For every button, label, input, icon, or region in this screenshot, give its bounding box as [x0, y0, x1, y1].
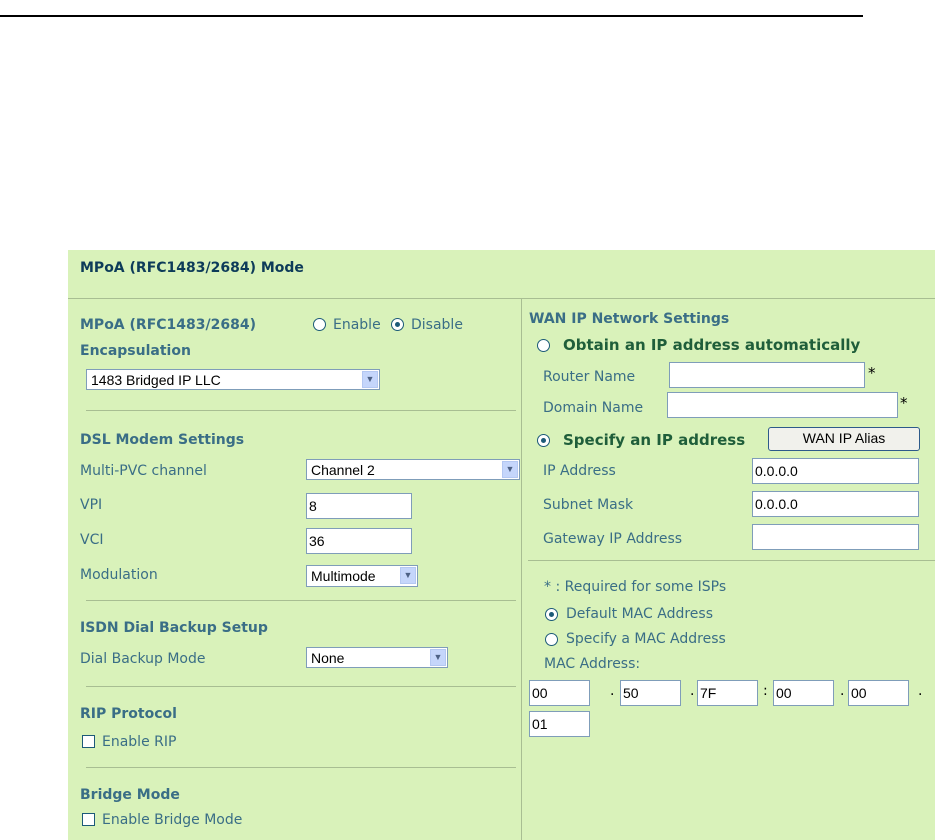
obtain-ip-label: Obtain an IP address automatically — [563, 336, 861, 354]
chevron-down-icon: ▼ — [430, 649, 446, 666]
mac-octet-1-input[interactable]: 00 — [529, 680, 590, 706]
router-name-input[interactable] — [669, 362, 865, 388]
ip-address-label: IP Address — [543, 463, 616, 479]
wan-heading: WAN IP Network Settings — [529, 311, 730, 327]
dial-backup-mode-label: Dial Backup Mode — [80, 651, 206, 667]
default-mac-radio[interactable] — [545, 608, 558, 621]
dial-backup-mode-value: None — [311, 650, 345, 666]
mac-octet-2-input[interactable]: 50 — [620, 680, 681, 706]
modulation-label: Modulation — [80, 567, 158, 583]
chevron-down-icon: ▼ — [362, 371, 378, 388]
chevron-down-icon: ▼ — [502, 461, 518, 478]
obtain-ip-radio[interactable] — [537, 339, 550, 352]
encapsulation-value: 1483 Bridged IP LLC — [91, 372, 221, 388]
ip-address-input[interactable]: 0.0.0.0 — [752, 458, 919, 484]
vci-input[interactable]: 36 — [306, 528, 412, 554]
router-name-label: Router Name — [543, 369, 636, 385]
specify-mac-label: Specify a MAC Address — [566, 631, 726, 647]
encapsulation-select[interactable]: 1483 Bridged IP LLC ▼ — [86, 369, 380, 390]
mac-address-label: MAC Address: — [544, 656, 641, 672]
multi-pvc-value: Channel 2 — [311, 462, 375, 478]
vci-label: VCI — [80, 532, 104, 548]
section-divider — [86, 600, 516, 601]
column-divider — [521, 298, 522, 840]
mpoa-label: MPoA (RFC1483/2684) — [80, 317, 256, 333]
mpoa-enable-label: Enable — [333, 317, 381, 333]
mac-separator: : — [763, 683, 768, 699]
mac-octet-4-input[interactable]: 00 — [773, 680, 834, 706]
mac-octet-5-input[interactable]: 00 — [848, 680, 909, 706]
modulation-value: Multimode — [311, 568, 376, 584]
modulation-select[interactable]: Multimode ▼ — [306, 565, 418, 587]
specify-ip-label: Specify an IP address — [563, 431, 746, 449]
mpoa-disable-label: Disable — [411, 317, 463, 333]
enable-rip-checkbox[interactable] — [82, 735, 95, 748]
section-divider — [86, 767, 516, 768]
top-rule — [0, 15, 863, 17]
panel-title: MPoA (RFC1483/2684) Mode — [80, 260, 304, 276]
mpoa-enable-radio[interactable] — [313, 318, 326, 331]
gateway-ip-input[interactable] — [752, 524, 919, 550]
mac-separator: . — [610, 683, 615, 699]
isdn-heading: ISDN Dial Backup Setup — [80, 620, 268, 636]
vpi-input[interactable]: 8 — [306, 493, 412, 519]
dsl-heading: DSL Modem Settings — [80, 432, 245, 448]
multi-pvc-select[interactable]: Channel 2 ▼ — [306, 459, 520, 480]
mac-octet-3-input[interactable]: 7F — [697, 680, 758, 706]
multi-pvc-label: Multi-PVC channel — [80, 463, 207, 479]
domain-name-label: Domain Name — [543, 400, 644, 416]
section-divider — [528, 560, 935, 561]
enable-rip-label: Enable RIP — [102, 734, 177, 750]
enable-bridge-mode-label: Enable Bridge Mode — [102, 812, 243, 828]
required-mark: * — [868, 364, 876, 382]
domain-name-input[interactable] — [667, 392, 898, 418]
dial-backup-mode-select[interactable]: None ▼ — [306, 647, 448, 668]
enable-bridge-mode-checkbox[interactable] — [82, 813, 95, 826]
specify-ip-radio[interactable] — [537, 434, 550, 447]
gateway-ip-label: Gateway IP Address — [543, 531, 683, 547]
mac-separator: . — [690, 683, 695, 699]
required-note: * : Required for some ISPs — [544, 579, 727, 595]
mac-octet-6-input[interactable]: 01 — [529, 711, 590, 737]
rip-heading: RIP Protocol — [80, 706, 177, 722]
encapsulation-heading: Encapsulation — [80, 343, 191, 359]
mpoa-disable-radio[interactable] — [391, 318, 404, 331]
wan-ip-alias-button[interactable]: WAN IP Alias — [768, 427, 920, 451]
mac-separator: . — [840, 683, 845, 699]
default-mac-label: Default MAC Address — [566, 606, 713, 622]
header-divider — [68, 298, 935, 299]
subnet-mask-input[interactable]: 0.0.0.0 — [752, 491, 919, 517]
vpi-label: VPI — [80, 497, 103, 513]
specify-mac-radio[interactable] — [545, 633, 558, 646]
required-mark: * — [900, 394, 908, 412]
section-divider — [86, 686, 516, 687]
bridge-heading: Bridge Mode — [80, 787, 180, 803]
section-divider — [86, 410, 516, 411]
mac-separator: . — [918, 683, 923, 699]
chevron-down-icon: ▼ — [400, 567, 416, 584]
subnet-mask-label: Subnet Mask — [543, 497, 634, 513]
